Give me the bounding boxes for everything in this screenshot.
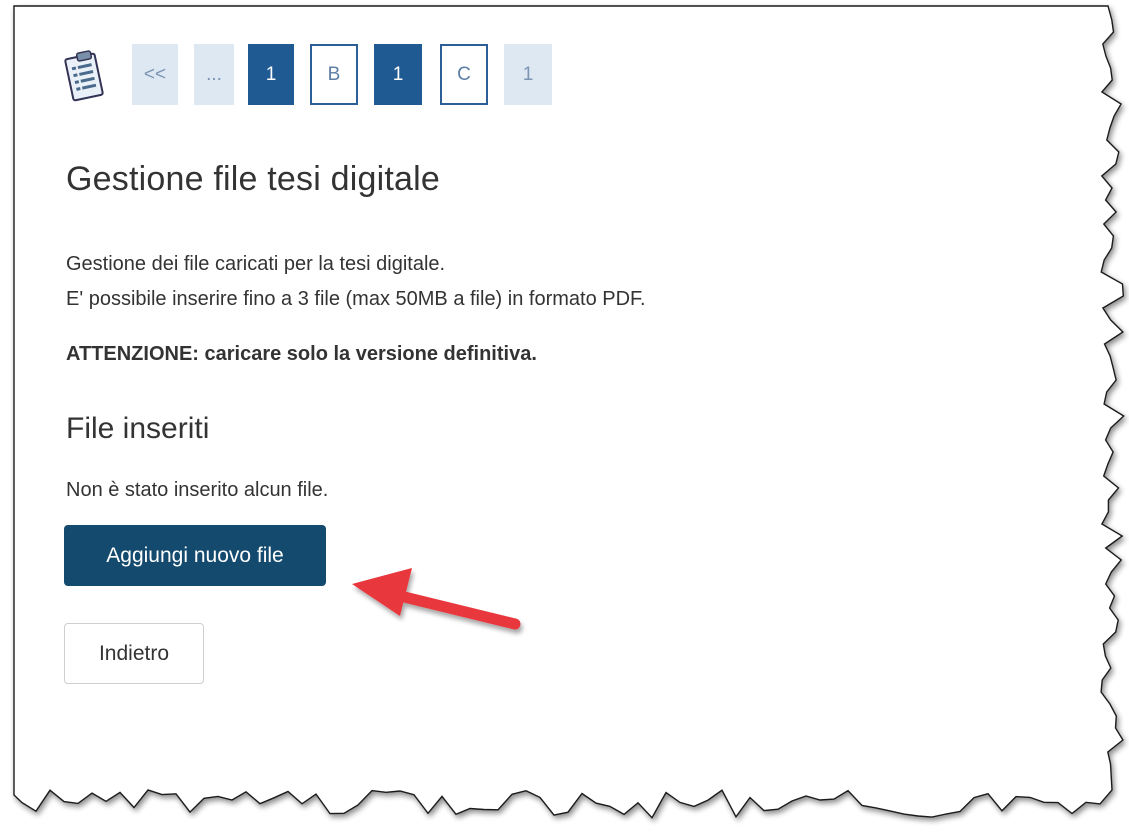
- back-button[interactable]: Indietro: [64, 623, 204, 684]
- clipboard-checklist-icon: [64, 50, 104, 102]
- page-content: << ... 1 B 1 C 1 Gestione file tesi digi…: [0, 0, 1129, 835]
- step-first[interactable]: <<: [132, 44, 178, 105]
- warning-text: ATTENZIONE: caricare solo la versione de…: [66, 343, 537, 365]
- step-3[interactable]: 1: [504, 44, 552, 105]
- step-1[interactable]: 1: [248, 44, 294, 105]
- files-section-title: File inseriti: [66, 412, 210, 445]
- red-arrow-icon: [352, 568, 521, 630]
- page-title: Gestione file tesi digitale: [66, 160, 440, 198]
- step-2[interactable]: 1: [374, 44, 422, 105]
- step-ellipsis[interactable]: ...: [194, 44, 234, 105]
- description-line-2: E' possibile inserire fino a 3 file (max…: [66, 288, 646, 310]
- add-file-button[interactable]: Aggiungi nuovo file: [64, 525, 326, 586]
- description-line-1: Gestione dei file caricati per la tesi d…: [66, 253, 446, 275]
- empty-files-message: Non è stato inserito alcun file.: [66, 479, 329, 501]
- step-b[interactable]: B: [310, 44, 358, 105]
- step-c[interactable]: C: [440, 44, 488, 105]
